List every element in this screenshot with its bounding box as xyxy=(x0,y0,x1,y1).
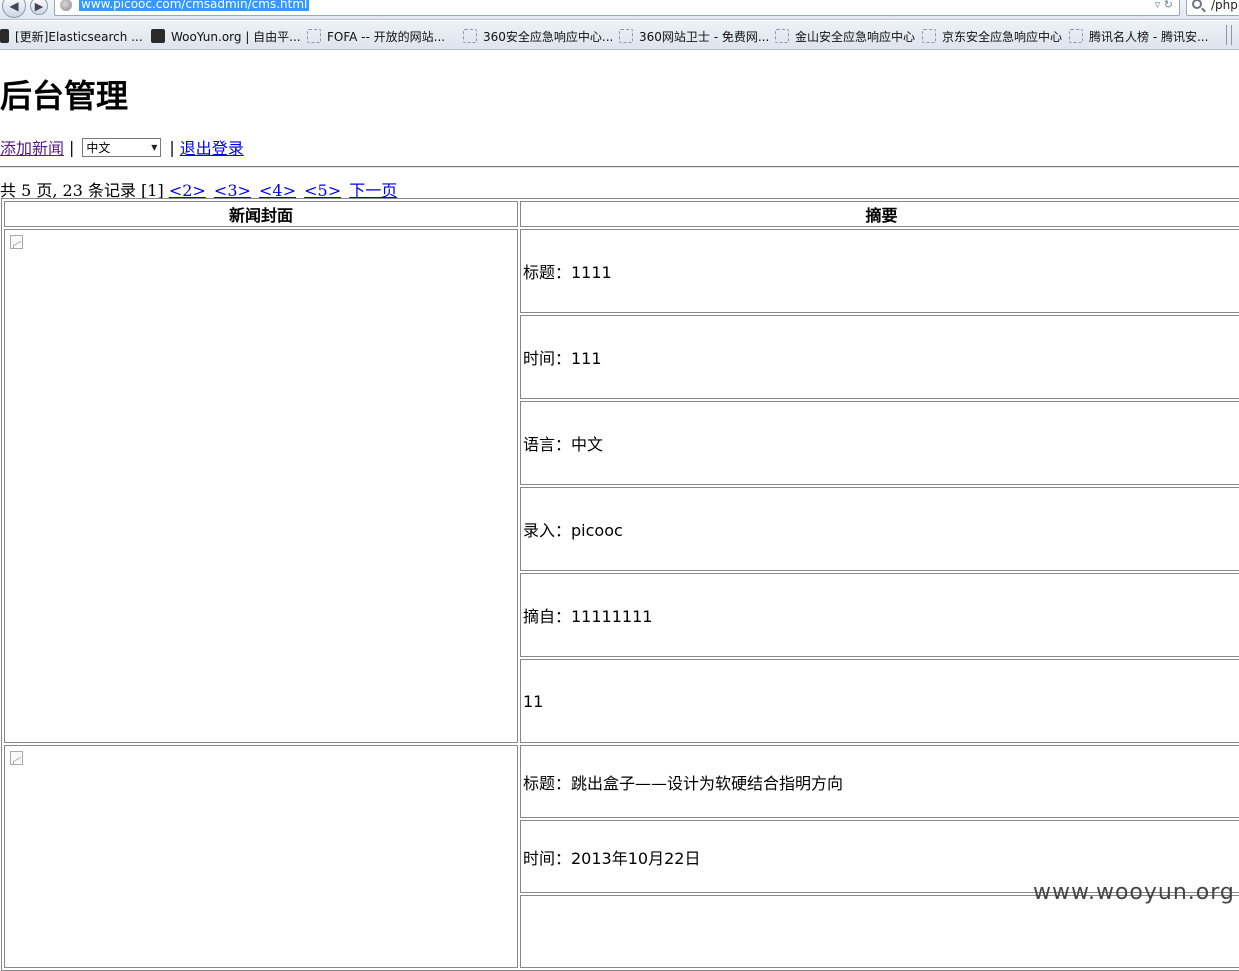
column-header-summary: 摘要 xyxy=(520,201,1239,227)
bookmark-label: 腾讯名人榜 - 腾讯安... xyxy=(1089,29,1209,44)
news-table: 新闻封面 摘要 标题：1111 时间：111 语言：中文 录入：picooc 摘… xyxy=(1,198,1239,971)
toolbar-separator: | xyxy=(169,137,175,157)
bookmarks-bar: [更新]Elasticsearch ... WooYun.org | 自由平..… xyxy=(0,21,1239,50)
news-language-field: 语言：中文 xyxy=(520,401,1239,485)
bookmarks-overflow-separator xyxy=(1226,25,1232,45)
browser-toolbar: ◀ ▶ www.picooc.com/cmsadmin/cms.html ▿ ↻… xyxy=(0,0,1239,20)
table-row: 标题：跳出盒子——设计为软硬结合指明方向 xyxy=(4,745,1239,968)
arrow-right-icon: ▶ xyxy=(34,0,44,13)
admin-toolbar: 添加新闻 | 中文 ▼ | 退出登录 xyxy=(0,135,244,159)
wooyun-favicon-icon xyxy=(151,29,165,43)
news-title-field: 标题：跳出盒子——设计为软硬结合指明方向 xyxy=(520,745,1239,818)
bookmark-label: WooYun.org | 自由平... xyxy=(171,29,301,44)
arrow-left-icon: ◀ xyxy=(9,0,19,13)
divider xyxy=(0,166,1239,168)
bookmark-label: 360安全应急响应中心... xyxy=(483,29,614,44)
bookmark-label: 360网站卫士 - 免费网... xyxy=(639,29,770,44)
add-news-link[interactable]: 添加新闻 xyxy=(0,135,64,159)
news-cover-cell xyxy=(4,745,518,968)
news-title-field: 标题：1111 xyxy=(520,229,1239,313)
page-title: 后台管理 xyxy=(0,77,129,115)
table-row: 标题：1111 xyxy=(4,229,1239,743)
broken-image-icon xyxy=(10,751,23,765)
back-button[interactable]: ◀ xyxy=(2,0,26,18)
news-source-field: 摘自：11111111 xyxy=(520,573,1239,657)
bookmark-page-icon xyxy=(1069,29,1083,43)
search-input[interactable]: /php xyxy=(1211,0,1238,12)
address-bar[interactable]: www.picooc.com/cmsadmin/cms.html ▿ ↻ xyxy=(54,0,1180,16)
url-text[interactable]: www.picooc.com/cmsadmin/cms.html xyxy=(79,0,310,11)
table-header-row: 新闻封面 摘要 xyxy=(4,201,1239,227)
bookmark-page-icon xyxy=(463,29,477,43)
bookmark-360-src[interactable]: 360安全应急响应中心... xyxy=(463,28,613,44)
bookmark-elasticsearch[interactable]: [更新]Elasticsearch ... xyxy=(0,28,143,44)
bookmark-label: [更新]Elasticsearch ... xyxy=(15,29,143,44)
bookmark-label: 金山安全应急响应中心 xyxy=(795,29,916,44)
reload-icon[interactable]: ▿ ↻ xyxy=(1155,0,1173,11)
toolbar-separator: | xyxy=(69,137,75,157)
bookmark-page-icon xyxy=(619,29,633,43)
site-identity-icon[interactable] xyxy=(60,0,72,11)
watermark-text: www.wooyun.org xyxy=(1033,880,1235,905)
bookmark-tencent[interactable]: 腾讯名人榜 - 腾讯安... xyxy=(1069,28,1208,44)
bookmark-kingsoft-src[interactable]: 金山安全应急响应中心 xyxy=(775,28,915,44)
chevron-down-icon: ▼ xyxy=(151,142,158,152)
logout-link[interactable]: 退出登录 xyxy=(180,135,244,159)
bookmark-label: 京东安全应急响应中心 xyxy=(942,29,1063,44)
news-author-field: 录入：picooc xyxy=(520,487,1239,571)
bookmark-page-icon xyxy=(922,29,936,43)
bookmark-fofa[interactable]: FOFA -- 开放的网站... xyxy=(307,28,445,44)
bookmark-page-icon xyxy=(775,29,789,43)
bookmark-label: FOFA -- 开放的网站... xyxy=(327,29,446,44)
bookmark-wooyun[interactable]: WooYun.org | 自由平... xyxy=(151,28,301,44)
news-abstract-field: 11 xyxy=(520,659,1239,743)
search-icon xyxy=(1192,0,1202,9)
broken-image-icon xyxy=(10,235,23,249)
language-selected-value: 中文 xyxy=(86,140,111,155)
bookmark-page-icon xyxy=(307,29,321,43)
language-select[interactable]: 中文 ▼ xyxy=(82,137,162,157)
news-time-field: 时间：111 xyxy=(520,315,1239,399)
browser-search-box[interactable]: /php xyxy=(1186,0,1239,16)
bookmark-favicon-icon xyxy=(0,29,9,43)
forward-button[interactable]: ▶ xyxy=(30,0,48,15)
bookmark-jd-src[interactable]: 京东安全应急响应中心 xyxy=(922,28,1062,44)
news-cover-cell xyxy=(4,229,518,743)
bookmark-360-wangzhan[interactable]: 360网站卫士 - 免费网... xyxy=(619,28,769,44)
news-language-field xyxy=(520,895,1239,968)
column-header-cover: 新闻封面 xyxy=(4,201,518,227)
